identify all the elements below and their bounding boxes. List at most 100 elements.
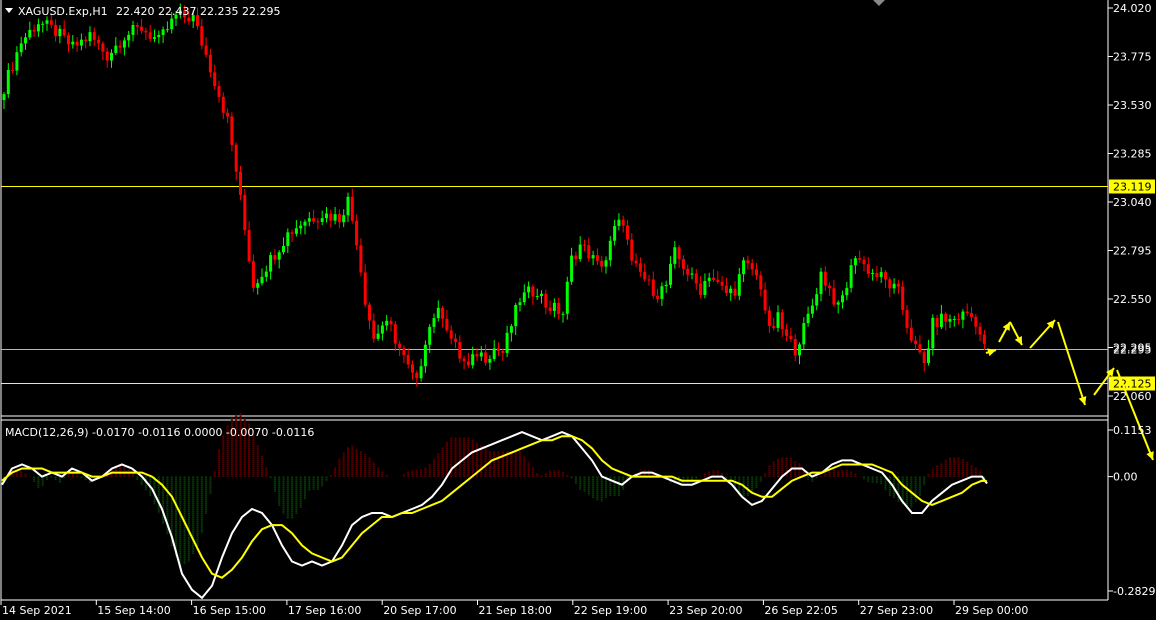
bull-candle [423, 344, 427, 367]
bear-candle [587, 245, 591, 259]
bull-candle [742, 260, 746, 275]
bull-candle [845, 287, 849, 296]
bull-candle [798, 344, 801, 356]
macd-label: MACD(12,26,9) -0.0170 -0.0116 0.0000 -0.… [5, 426, 314, 439]
price-tick-label: 24.020 [1113, 2, 1152, 15]
bull-candle [294, 228, 298, 234]
bull-candle [841, 295, 844, 303]
time-tick-label: 22 Sep 19:00 [574, 604, 647, 617]
price-tick-label: 23.775 [1113, 51, 1152, 64]
bull-candle [522, 292, 526, 303]
bull-candle [299, 225, 303, 229]
bear-candle [11, 69, 15, 71]
bear-candle [656, 295, 660, 299]
bull-candle [286, 232, 290, 246]
bear-candle [230, 116, 234, 145]
bear-candle [466, 361, 470, 366]
bear-candle [712, 277, 715, 280]
bear-candle [699, 283, 703, 295]
bear-candle [583, 244, 586, 246]
bull-candle [892, 283, 896, 289]
bear-candle [909, 327, 913, 341]
bear-candle [239, 171, 242, 195]
bull-candle [535, 296, 539, 298]
bull-candle [815, 294, 819, 306]
bear-candle [763, 289, 767, 311]
bear-candle [759, 275, 763, 290]
time-tick-label: 17 Sep 16:00 [288, 604, 361, 617]
bear-candle [918, 344, 922, 353]
bull-candle [269, 255, 273, 272]
bull-candle [707, 277, 711, 281]
bull-candle [346, 196, 350, 216]
chart-canvas[interactable]: 23.119 22.295 22.125 24.020 23.775 23.530 23.… [0, 0, 1156, 620]
bear-candle [97, 39, 101, 44]
bear-candle [974, 316, 978, 327]
bear-candle [595, 255, 599, 261]
bull-candle [170, 18, 174, 30]
price-tick-label: 22.295 [1113, 342, 1152, 355]
bear-candle [402, 348, 406, 356]
bull-candle [690, 273, 694, 275]
bull-candle [307, 218, 311, 222]
bull-candle [79, 39, 83, 46]
bull-candle [871, 272, 875, 274]
bear-candle [251, 261, 255, 288]
bull-candle [961, 311, 965, 320]
bull-candle [157, 34, 161, 38]
bear-candle [329, 213, 333, 221]
macd-tick-label: 0.00 [1113, 471, 1138, 484]
bull-candle [153, 37, 156, 39]
bear-candle [54, 24, 58, 37]
bull-candle [260, 276, 264, 284]
bull-candle [806, 313, 810, 324]
bull-candle [810, 305, 814, 314]
bear-candle [875, 272, 879, 278]
bull-candle [71, 41, 75, 45]
bear-candle [204, 45, 208, 55]
bear-candle [67, 35, 70, 45]
time-tick-label: 27 Sep 23:00 [860, 604, 933, 617]
bear-candle [105, 51, 109, 61]
bull-candle [36, 24, 40, 32]
bear-candle [372, 320, 376, 339]
bear-candle [531, 286, 535, 297]
bull-candle [776, 312, 780, 328]
bull-candle [527, 286, 531, 293]
bear-candle [970, 313, 973, 317]
bear-candle [716, 279, 720, 283]
bear-candle [901, 286, 905, 310]
bear-candle [780, 312, 784, 330]
bull-candle [380, 325, 384, 334]
bull-candle [325, 213, 328, 219]
bull-candle [819, 271, 823, 295]
bull-candle [45, 20, 49, 24]
bear-candle [84, 39, 88, 42]
chart-background [0, 0, 1156, 620]
bear-candle [621, 219, 625, 226]
bull-candle [879, 272, 883, 278]
bear-candle [544, 293, 548, 308]
bull-candle [505, 332, 509, 353]
bull-candle [673, 247, 677, 264]
bear-candle [497, 348, 500, 352]
bull-candle [320, 218, 324, 222]
bear-candle [884, 272, 887, 280]
bear-candle [746, 260, 750, 264]
bull-candle [127, 34, 131, 41]
time-tick-label: 16 Sep 15:00 [193, 604, 266, 617]
bull-candle [303, 221, 307, 226]
bull-candle [342, 215, 346, 223]
bull-candle [570, 255, 574, 282]
bear-candle [862, 259, 866, 265]
bear-candle [368, 304, 371, 321]
bull-candle [131, 25, 135, 35]
bull-candle [939, 313, 943, 328]
bear-candle [75, 41, 79, 46]
bear-candle [363, 272, 367, 305]
bull-candle [15, 52, 19, 71]
bull-candle [479, 352, 483, 357]
bull-candle [802, 323, 806, 345]
bear-candle [441, 307, 445, 319]
bull-candle [578, 244, 582, 260]
